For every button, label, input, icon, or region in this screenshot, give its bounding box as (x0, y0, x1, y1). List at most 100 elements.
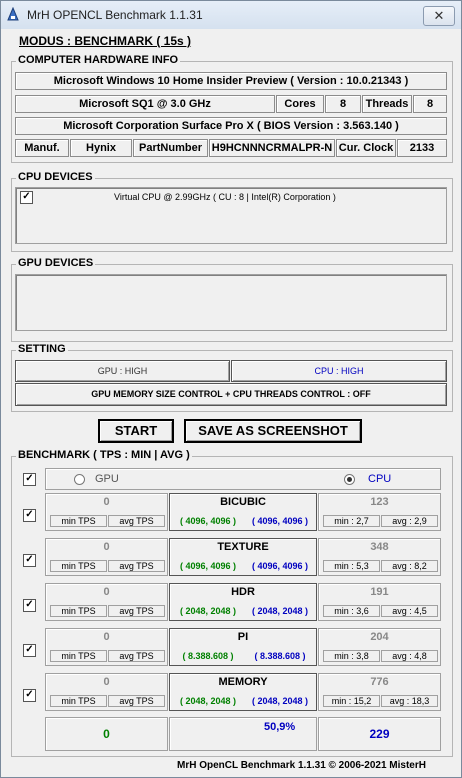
test-checkbox[interactable]: ✓ (23, 554, 36, 567)
gpu-avg-tps: avg TPS (108, 650, 165, 662)
cpu-devices-title: CPU DEVICES (16, 171, 95, 183)
test-gpu-resolution: ( 4096, 4096 ) (179, 516, 237, 526)
test-gpu-resolution: ( 4096, 4096 ) (179, 561, 237, 571)
cpu-avg-tps: avg : 18,3 (381, 695, 438, 707)
cpu-device-list[interactable]: ✓ Virtual CPU @ 2.99GHz ( CU : 8 | Intel… (15, 187, 447, 244)
cpu-level-button[interactable]: CPU : HIGH (231, 360, 447, 382)
cpu-result-panel: 348 min : 5,3 avg : 8,2 (318, 538, 441, 576)
gpu-result-panel: 0 min TPS avg TPS (45, 538, 168, 576)
test-cpu-resolution: ( 4096, 4096 ) (251, 561, 309, 571)
test-checkbox[interactable]: ✓ (23, 689, 36, 702)
cpu-min-tps: min : 3,6 (323, 605, 380, 617)
cpu-min-tps: min : 15,2 (323, 695, 380, 707)
gpu-device-list[interactable] (15, 274, 447, 331)
cpu-min-tps: min : 5,3 (323, 560, 380, 572)
gpu-avg-tps: avg TPS (108, 605, 165, 617)
footer-copyright: MrH OpenCL Benchmark 1.1.31 © 2006-2021 … (177, 760, 426, 771)
gpu-score: 0 (103, 541, 110, 553)
cpu-score: 123 (370, 496, 389, 508)
test-name-panel: BICUBIC ( 4096, 4096 ) ( 4096, 4096 ) (169, 493, 317, 531)
cpu-avg-tps: avg : 4,5 (381, 605, 438, 617)
hardware-info-title: COMPUTER HARDWARE INFO (16, 54, 181, 66)
title-bar[interactable]: MrH OPENCL Benchmark 1.1.31 ✕ (1, 1, 461, 29)
cpu-name-field: Microsoft SQ1 @ 3.0 GHz (15, 95, 275, 113)
test-name: PI (237, 631, 249, 643)
test-name: HDR (231, 586, 255, 598)
os-field: Microsoft Windows 10 Home Insider Previe… (15, 72, 447, 90)
cpu-result-panel: 776 min : 15,2 avg : 18,3 (318, 673, 441, 711)
board-field: Microsoft Corporation Surface Pro X ( BI… (15, 117, 447, 135)
gpu-avg-tps: avg TPS (108, 560, 165, 572)
test-gpu-resolution: ( 8.388.608 ) (182, 651, 234, 661)
test-cpu-resolution: ( 8.388.608 ) (254, 651, 306, 661)
gpu-radio-label: GPU (95, 473, 119, 485)
test-checkbox[interactable]: ✓ (23, 644, 36, 657)
gpu-score: 0 (103, 676, 110, 688)
setting-title: SETTING (16, 343, 68, 355)
test-checkbox[interactable]: ✓ (23, 509, 36, 522)
cores-label: Cores (276, 95, 324, 113)
gpu-result-panel: 0 min TPS avg TPS (45, 583, 168, 621)
test-name-panel: MEMORY ( 2048, 2048 ) ( 2048, 2048 ) (169, 673, 317, 711)
select-all-checkbox[interactable]: ✓ (23, 473, 36, 486)
total-cpu-panel: 229 (318, 717, 441, 751)
total-cpu-value: 229 (369, 727, 390, 741)
threads-label: Threads (362, 95, 412, 113)
clock-label: Cur. Clock (336, 139, 396, 157)
cpu-avg-tps: avg : 4,8 (381, 650, 438, 662)
memory-control-button[interactable]: GPU MEMORY SIZE CONTROL + CPU THREADS CO… (15, 383, 447, 406)
close-button[interactable]: ✕ (423, 6, 455, 26)
cpu-device-checkbox[interactable]: ✓ (20, 191, 33, 204)
close-icon: ✕ (433, 8, 445, 23)
cpu-score: 776 (370, 676, 389, 688)
partnumber-label: PartNumber (133, 139, 208, 157)
benchmark-title: BENCHMARK ( TPS : MIN | AVG ) (16, 449, 192, 461)
manuf-value: Hynix (70, 139, 132, 157)
gpu-result-panel: 0 min TPS avg TPS (45, 673, 168, 711)
test-gpu-resolution: ( 2048, 2048 ) (179, 606, 237, 616)
gpu-level-button[interactable]: GPU : HIGH (15, 360, 230, 382)
save-screenshot-button[interactable]: SAVE AS SCREENSHOT (184, 419, 362, 443)
gpu-min-tps: min TPS (50, 605, 107, 617)
test-name-panel: PI ( 8.388.608 ) ( 8.388.608 ) (169, 628, 317, 666)
total-percent-panel: 50,9% (169, 717, 317, 751)
test-cpu-resolution: ( 4096, 4096 ) (251, 516, 309, 526)
gpu-devices-title: GPU DEVICES (16, 257, 96, 269)
cpu-score: 191 (370, 586, 389, 598)
cpu-result-panel: 123 min : 2,7 avg : 2,9 (318, 493, 441, 531)
total-gpu-panel: 0 (45, 717, 168, 751)
total-percent-value: 50,9% (264, 721, 296, 733)
gpu-min-tps: min TPS (50, 560, 107, 572)
gpu-min-tps: min TPS (50, 650, 107, 662)
cpu-avg-tps: avg : 2,9 (381, 515, 438, 527)
cores-value: 8 (325, 95, 361, 113)
cpu-result-panel: 191 min : 3,6 avg : 4,5 (318, 583, 441, 621)
test-name-panel: TEXTURE ( 4096, 4096 ) ( 4096, 4096 ) (169, 538, 317, 576)
gpu-min-tps: min TPS (50, 695, 107, 707)
test-checkbox[interactable]: ✓ (23, 599, 36, 612)
clock-value: 2133 (397, 139, 447, 157)
gpu-score: 0 (103, 586, 110, 598)
threads-value: 8 (413, 95, 447, 113)
gpu-result-panel: 0 min TPS avg TPS (45, 493, 168, 531)
test-name-panel: HDR ( 2048, 2048 ) ( 2048, 2048 ) (169, 583, 317, 621)
start-button[interactable]: START (98, 419, 174, 443)
app-window: MrH OPENCL Benchmark 1.1.31 ✕ MODUS : BE… (0, 0, 462, 778)
app-icon (7, 7, 19, 21)
cpu-radio[interactable] (344, 474, 355, 485)
gpu-score: 0 (103, 631, 110, 643)
gpu-score: 0 (103, 496, 110, 508)
gpu-radio[interactable] (74, 474, 85, 485)
test-name: MEMORY (218, 676, 268, 688)
cpu-min-tps: min : 2,7 (323, 515, 380, 527)
total-gpu-value: 0 (103, 727, 110, 741)
cpu-device-label: Virtual CPU @ 2.99GHz ( CU : 8 | Intel(R… (114, 192, 336, 202)
gpu-avg-tps: avg TPS (108, 515, 165, 527)
device-selector: GPU CPU (45, 468, 441, 490)
cpu-min-tps: min : 3,8 (323, 650, 380, 662)
gpu-avg-tps: avg TPS (108, 695, 165, 707)
test-name: BICUBIC (220, 496, 266, 508)
gpu-result-panel: 0 min TPS avg TPS (45, 628, 168, 666)
partnumber-value: H9HCNNNCRMALPR-N (209, 139, 335, 157)
cpu-avg-tps: avg : 8,2 (381, 560, 438, 572)
